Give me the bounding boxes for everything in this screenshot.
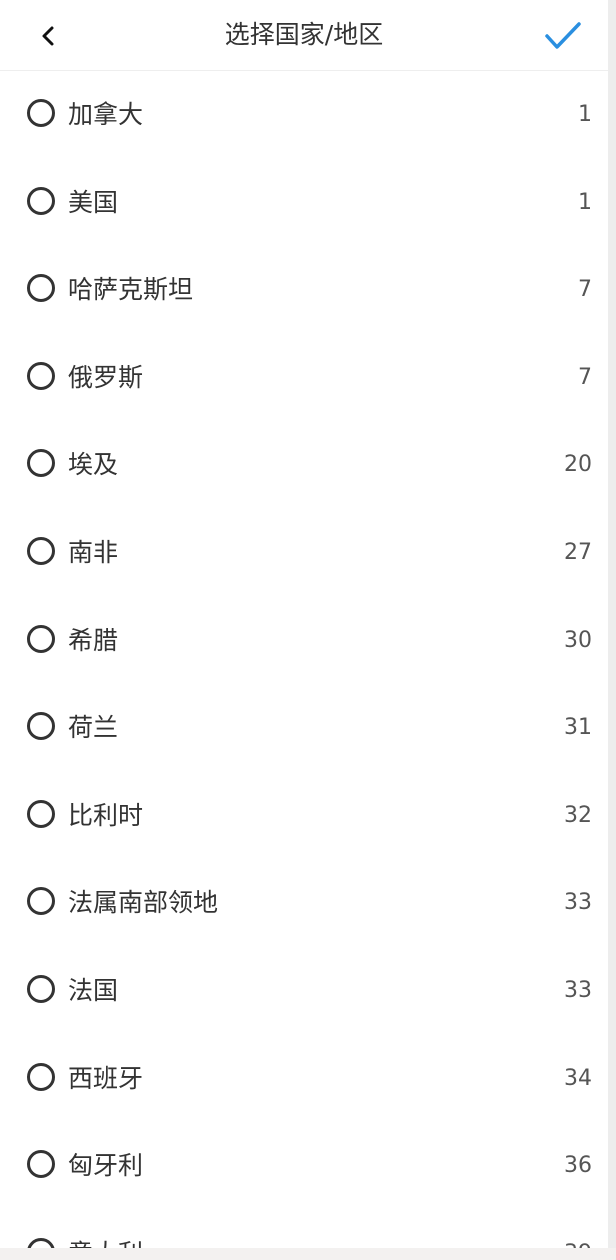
country-row[interactable]: 埃及 20 xyxy=(0,421,608,509)
header-bar: 选择国家/地区 xyxy=(0,0,608,71)
chevron-left-icon xyxy=(42,26,54,46)
confirm-button[interactable] xyxy=(540,14,586,58)
bottom-edge xyxy=(0,1248,616,1260)
country-count: 27 xyxy=(564,539,592,565)
country-name: 匈牙利 xyxy=(68,1151,144,1181)
country-name: 南非 xyxy=(68,537,119,567)
radio-button[interactable] xyxy=(27,186,55,215)
radio-button[interactable] xyxy=(27,361,55,390)
radio-button[interactable] xyxy=(27,1237,55,1248)
country-count: 30 xyxy=(564,627,592,653)
country-name: 法国 xyxy=(68,975,119,1005)
country-row[interactable]: 匈牙利 36 xyxy=(0,1122,608,1210)
country-name: 荷兰 xyxy=(68,713,119,743)
country-row[interactable]: 俄罗斯 7 xyxy=(0,334,608,422)
country-name: 希腊 xyxy=(68,625,119,655)
country-row[interactable]: 哈萨克斯坦 7 xyxy=(0,246,608,334)
radio-button[interactable] xyxy=(27,274,55,303)
radio-button[interactable] xyxy=(27,712,55,741)
country-name: 意大利 xyxy=(68,1210,143,1248)
country-count: 33 xyxy=(564,890,592,916)
country-count: 31 xyxy=(564,715,592,741)
radio-button[interactable] xyxy=(27,1062,55,1091)
country-count: 1 xyxy=(578,102,592,127)
country-row[interactable]: 美国 1 xyxy=(0,159,608,247)
radio-button[interactable] xyxy=(27,887,55,916)
country-count: 39 xyxy=(564,1210,592,1248)
country-count: 33 xyxy=(564,977,592,1003)
country-name: 哈萨克斯坦 xyxy=(68,275,194,305)
page-title: 选择国家/地区 xyxy=(224,20,384,49)
radio-button[interactable] xyxy=(27,536,55,565)
country-row[interactable]: 西班牙 34 xyxy=(0,1035,608,1123)
country-row[interactable]: 荷兰 31 xyxy=(0,684,608,772)
radio-button[interactable] xyxy=(27,974,55,1003)
country-list: 加拿大 1 美国 1 哈萨克斯坦 7 俄罗斯 7 埃及 20 南非 27 希腊 30 荷兰 31 比利时 32 法属… xyxy=(0,71,608,1248)
country-count: 34 xyxy=(564,1065,592,1091)
country-count: 32 xyxy=(564,802,592,828)
country-select-screen: 选择国家/地区 加拿大 1 美国 1 哈萨克斯坦 7 俄罗斯 7 埃及 20 南非 27 希腊 30 荷兰 3… xyxy=(0,0,608,1248)
country-row[interactable]: 加拿大 1 xyxy=(0,71,608,159)
country-row[interactable]: 法属南部领地 33 xyxy=(0,859,608,947)
country-name: 俄罗斯 xyxy=(68,362,144,392)
country-count: 36 xyxy=(564,1153,592,1179)
check-icon xyxy=(545,22,581,49)
country-name: 比利时 xyxy=(68,800,144,830)
country-row[interactable]: 意大利 39 xyxy=(0,1210,608,1248)
country-row[interactable]: 比利时 32 xyxy=(0,772,608,860)
radio-button[interactable] xyxy=(27,624,55,653)
country-count: 7 xyxy=(578,277,592,303)
radio-button[interactable] xyxy=(27,799,55,828)
country-name: 埃及 xyxy=(68,450,119,480)
scrollbar-track xyxy=(608,0,616,1260)
country-name: 加拿大 xyxy=(68,100,144,129)
radio-button[interactable] xyxy=(27,449,55,478)
radio-button[interactable] xyxy=(27,99,55,127)
country-count: 20 xyxy=(564,452,592,478)
country-row[interactable]: 南非 27 xyxy=(0,509,608,597)
country-count: 7 xyxy=(578,364,592,390)
country-name: 西班牙 xyxy=(68,1063,144,1093)
back-button[interactable] xyxy=(28,16,68,56)
country-name: 法属南部领地 xyxy=(68,888,219,918)
radio-button[interactable] xyxy=(27,1150,55,1179)
country-row[interactable]: 法国 33 xyxy=(0,947,608,1035)
country-count: 1 xyxy=(578,189,592,215)
country-row[interactable]: 希腊 30 xyxy=(0,597,608,685)
country-name: 美国 xyxy=(68,187,119,217)
